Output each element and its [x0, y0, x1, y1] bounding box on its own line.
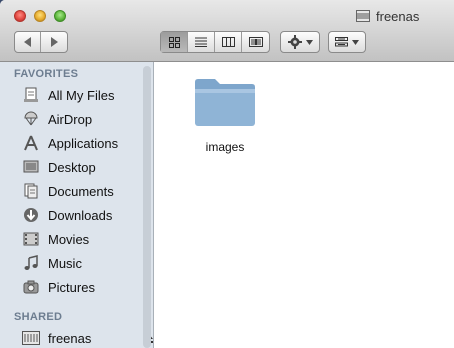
list-view-icon	[195, 37, 207, 47]
zoom-window-button[interactable]	[54, 10, 66, 22]
sidebar-item-movies[interactable]: Movies	[22, 229, 140, 249]
arrange-menu-button[interactable]	[328, 31, 366, 53]
airdrop-icon	[22, 110, 40, 128]
titlebar-toolbar: freenas	[0, 0, 454, 62]
chevron-down-icon	[352, 39, 359, 45]
section-header-shared: SHARED	[14, 311, 63, 323]
file-browser-content: images	[155, 62, 454, 348]
sidebar-item-label: Pictures	[48, 279, 95, 295]
sidebar-item-applications[interactable]: Applications	[22, 133, 140, 153]
sidebar-item-desktop[interactable]: Desktop	[22, 157, 140, 177]
sidebar-item-label: Movies	[48, 231, 90, 247]
action-menu-button[interactable]	[280, 31, 320, 53]
section-header-favorites: FAVORITES	[14, 68, 79, 80]
server-icon	[356, 10, 370, 22]
back-button[interactable]	[15, 32, 41, 52]
window-title-text: freenas	[376, 8, 420, 24]
minimize-window-button[interactable]	[34, 10, 46, 22]
documents-icon	[22, 182, 40, 200]
all-files-icon	[22, 86, 40, 104]
gear-icon	[287, 35, 302, 49]
sidebar-item-freenas[interactable]: freenas	[22, 328, 153, 348]
forward-button[interactable]	[41, 32, 67, 52]
sidebar: FAVORITES All My Files AirDrop Applicati…	[0, 62, 154, 348]
folder-icon	[195, 79, 255, 126]
close-window-button[interactable]	[14, 10, 26, 22]
sidebar-item-downloads[interactable]: Downloads	[22, 205, 140, 225]
view-mode-control	[160, 31, 270, 53]
sidebar-item-label: AirDrop	[48, 111, 93, 127]
movies-icon	[22, 230, 40, 248]
sidebar-item-label: Applications	[48, 135, 119, 151]
sidebar-item-label: All My Files	[48, 87, 115, 103]
chevron-down-icon	[305, 39, 313, 45]
applications-icon	[22, 134, 40, 152]
sidebar-item-label: freenas	[48, 330, 92, 346]
sidebar-scrollbar[interactable]	[143, 66, 151, 348]
back-forward-control	[14, 31, 68, 53]
window-title: freenas	[356, 8, 419, 24]
finder-window: freenas FAVORITES All My Files AirDrop A…	[0, 0, 454, 348]
back-arrow-icon	[23, 37, 31, 47]
sidebar-item-pictures[interactable]: Pictures	[22, 277, 140, 297]
cover-flow-view-button[interactable]	[242, 32, 269, 52]
column-view-button[interactable]	[215, 32, 242, 52]
pictures-icon	[22, 278, 40, 296]
music-icon	[22, 254, 40, 272]
sidebar-item-all-my-files[interactable]: All My Files	[22, 85, 140, 105]
icon-view-icon	[168, 36, 180, 48]
sidebar-item-music[interactable]: Music	[22, 253, 140, 273]
sidebar-item-label: Downloads	[48, 207, 113, 223]
column-view-icon	[221, 37, 235, 47]
desktop-icon	[22, 158, 40, 176]
sidebar-item-label: Desktop	[48, 159, 96, 175]
sidebar-item-airdrop[interactable]: AirDrop	[22, 109, 140, 129]
icon-view-button[interactable]	[161, 32, 188, 52]
server-icon	[22, 329, 40, 347]
list-view-button[interactable]	[188, 32, 215, 52]
sidebar-item-label: Music	[48, 255, 82, 271]
folder-label: images	[205, 140, 245, 154]
forward-arrow-icon	[51, 37, 58, 47]
sidebar-item-documents[interactable]: Documents	[22, 181, 140, 201]
downloads-icon	[22, 206, 40, 224]
arrange-icon	[335, 37, 348, 47]
sidebar-item-label: Documents	[48, 183, 114, 199]
cover-flow-icon	[248, 37, 263, 47]
